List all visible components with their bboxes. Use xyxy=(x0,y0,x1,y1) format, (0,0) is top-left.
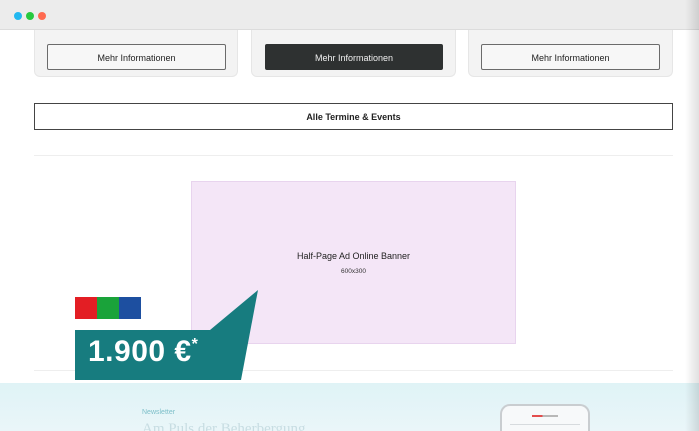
flag-green-block xyxy=(97,297,119,319)
phone-divider xyxy=(510,424,580,425)
more-info-button-2[interactable]: Mehr Informationen xyxy=(265,44,443,70)
browser-window: Mehr Informationen Mehr Informationen Me… xyxy=(0,0,699,431)
price-asterisk: * xyxy=(191,336,199,353)
flag-red-block xyxy=(75,297,97,319)
flag-blue-block xyxy=(119,297,141,319)
newsletter-title: Am Puls der Beherbergung xyxy=(142,421,306,431)
phone-logo-icon xyxy=(532,415,558,417)
event-card-1: Mehr Informationen xyxy=(34,30,238,77)
phone-mockup xyxy=(500,404,590,431)
price-label: 1.900 €* xyxy=(88,335,198,369)
event-card-2: Mehr Informationen xyxy=(251,30,456,77)
newsletter-section xyxy=(0,383,699,431)
ad-banner-title: Half-Page Ad Online Banner xyxy=(296,251,411,261)
more-info-button-1[interactable]: Mehr Informationen xyxy=(47,44,226,70)
ad-banner-size: 600x300 xyxy=(341,268,366,275)
event-card-3: Mehr Informationen xyxy=(468,30,673,77)
newsletter-label: Newsletter xyxy=(142,409,176,416)
window-maximize-dot-icon[interactable] xyxy=(38,12,46,20)
more-info-button-3[interactable]: Mehr Informationen xyxy=(481,44,660,70)
section-divider xyxy=(34,155,673,156)
half-page-ad-banner[interactable]: Half-Page Ad Online Banner 600x300 xyxy=(191,181,516,344)
price-amount: 1.900 € xyxy=(88,335,192,368)
window-minimize-dot-icon[interactable] xyxy=(26,12,34,20)
window-titlebar xyxy=(0,0,699,30)
all-events-button[interactable]: Alle Termine & Events xyxy=(34,103,673,130)
window-close-dot-icon[interactable] xyxy=(14,12,22,20)
page-edge-shadow xyxy=(685,0,699,431)
